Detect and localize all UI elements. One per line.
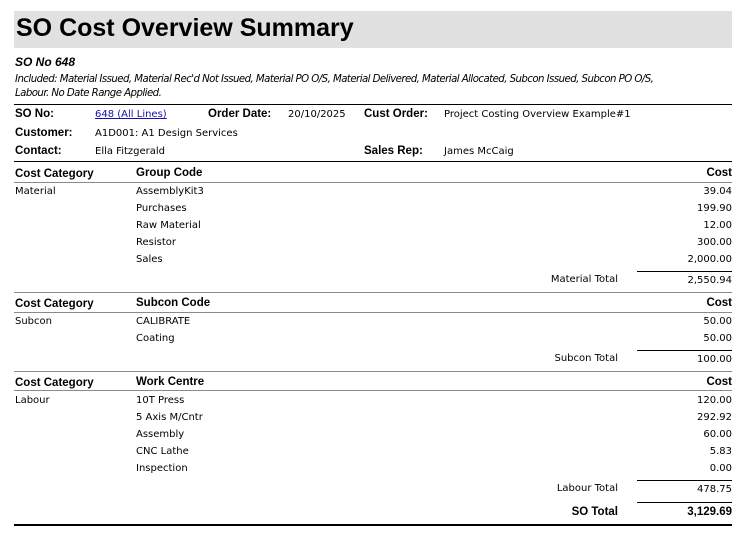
- labour-total-label: Labour Total: [556, 483, 618, 494]
- so-total-label: SO Total: [571, 506, 618, 518]
- row-cost: 120.00: [697, 395, 732, 406]
- row-cost: 2,000.00: [687, 254, 732, 265]
- row-cost: 39.04: [703, 186, 732, 197]
- material-total-value: 2,550.94: [687, 275, 732, 286]
- grand-total-rule: [637, 502, 732, 503]
- subcon-total-value: 100.00: [697, 354, 732, 365]
- info-divider: [14, 161, 732, 162]
- title-bar: SO Cost Overview Summary: [14, 11, 732, 48]
- subtotal-rule: [637, 350, 732, 351]
- cost-header: Cost: [706, 376, 732, 388]
- contact-value: Ella Fitzgerald: [95, 146, 166, 157]
- so-no-label: SO No:: [15, 108, 54, 120]
- so-no-link[interactable]: 648 (All Lines): [95, 109, 167, 120]
- row-cost: 60.00: [703, 429, 732, 440]
- row-code: Assembly: [136, 429, 185, 440]
- subtotal-rule: [637, 271, 732, 272]
- order-date-label: Order Date:: [208, 108, 272, 120]
- cost-header: Cost: [706, 297, 732, 309]
- sales-rep-label: Sales Rep:: [364, 145, 423, 157]
- row-code: AssemblyKit3: [136, 186, 204, 197]
- row-cost: 300.00: [697, 237, 732, 248]
- included-line-1: Included: Material Issued, Material Rec'…: [15, 74, 654, 85]
- section-divider: [14, 292, 732, 293]
- row-cost: 292.92: [697, 412, 732, 423]
- row-code: Purchases: [136, 203, 187, 214]
- cost-category-header: Cost Category: [15, 298, 94, 310]
- cost-category-header: Cost Category: [15, 377, 94, 389]
- included-line-2: Labour. No Date Range Applied.: [15, 88, 162, 99]
- row-cost: 0.00: [709, 463, 732, 474]
- subcon-total-label: Subcon Total: [554, 353, 618, 364]
- sales-rep-value: James McCaig: [444, 146, 514, 157]
- cost-header: Cost: [706, 167, 732, 179]
- row-cost: 50.00: [703, 333, 732, 344]
- cost-category-header: Cost Category: [15, 168, 94, 180]
- subcon-code-header: Subcon Code: [136, 297, 211, 309]
- row-code: Coating: [136, 333, 175, 344]
- report-bottom-rule: [14, 524, 732, 526]
- row-code: CALIBRATE: [136, 316, 191, 327]
- so-total-value: 3,129.69: [687, 506, 732, 518]
- section-header-divider: [14, 182, 732, 183]
- section-divider: [14, 371, 732, 372]
- row-cost: 12.00: [703, 220, 732, 231]
- header-divider: [14, 104, 732, 105]
- row-code: Sales: [136, 254, 163, 265]
- contact-label: Contact:: [15, 145, 62, 157]
- material-total-label: Material Total: [550, 274, 618, 285]
- row-code: 5 Axis M/Cntr: [136, 412, 203, 423]
- row-code: Raw Material: [136, 220, 201, 231]
- so-heading: SO No 648: [15, 55, 76, 69]
- group-code-header: Group Code: [136, 167, 203, 179]
- cust-order-value: Project Costing Overview Example#1: [444, 109, 631, 120]
- row-code: CNC Lathe: [136, 446, 189, 457]
- report-title: SO Cost Overview Summary: [16, 14, 354, 42]
- labour-total-value: 478.75: [697, 484, 732, 495]
- work-centre-header: Work Centre: [136, 376, 205, 388]
- order-date-value: 20/10/2025: [288, 109, 346, 120]
- row-code: Inspection: [136, 463, 188, 474]
- row-code: Resistor: [136, 237, 176, 248]
- row-code: 10T Press: [136, 395, 185, 406]
- section-header-divider: [14, 312, 732, 313]
- customer-value: A1D001: A1 Design Services: [95, 128, 238, 139]
- row-cost: 5.83: [709, 446, 732, 457]
- row-cost: 50.00: [703, 316, 732, 327]
- row-cost: 199.90: [697, 203, 732, 214]
- category-material: Material: [15, 186, 56, 197]
- section-header-divider: [14, 390, 732, 391]
- customer-label: Customer:: [15, 127, 73, 139]
- cust-order-label: Cust Order:: [364, 108, 428, 120]
- subtotal-rule: [637, 480, 732, 481]
- category-subcon: Subcon: [15, 316, 52, 327]
- category-labour: Labour: [15, 395, 50, 406]
